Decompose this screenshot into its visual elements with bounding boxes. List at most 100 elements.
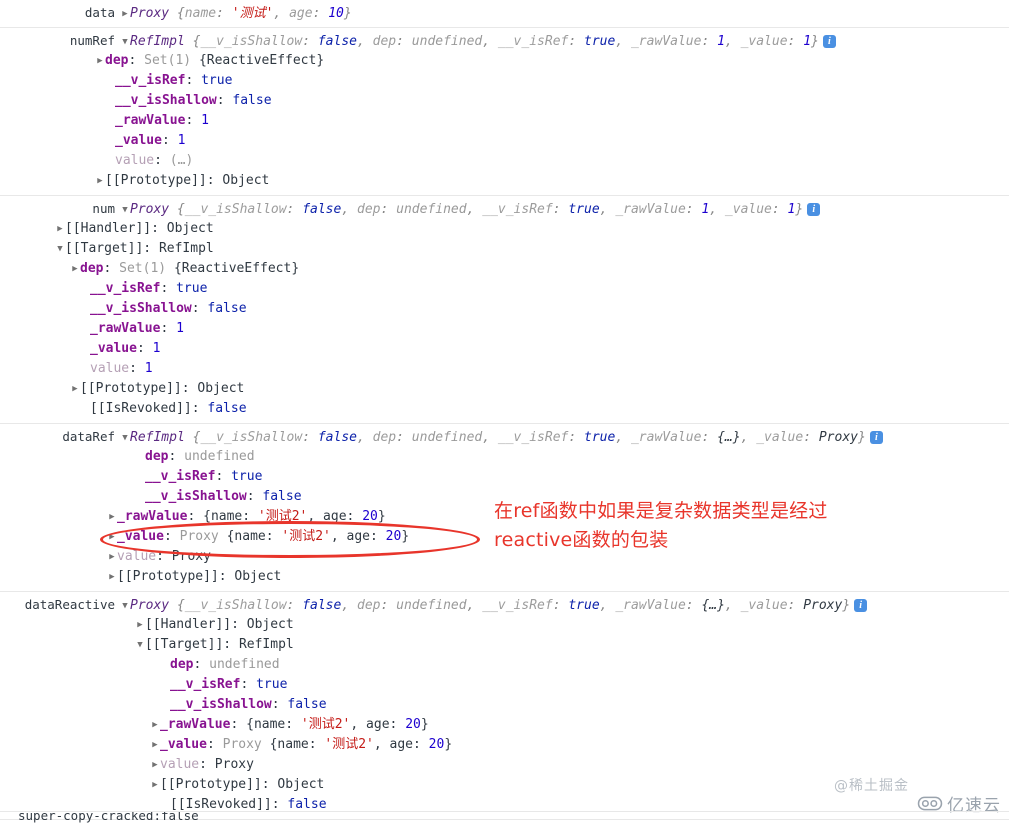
preview-token: : [771, 202, 788, 217]
value-token: RefImpl [238, 637, 294, 652]
cloud-icon [917, 795, 943, 812]
preview-token: '测试' [231, 6, 274, 21]
disclosure-triangle-collapsed-icon[interactable]: ▶ [135, 615, 145, 635]
disclosure-triangle-expanded-icon[interactable]: ▼ [120, 200, 130, 220]
disclosure-triangle-collapsed-icon[interactable]: ▶ [95, 51, 105, 71]
disclosure-triangle-collapsed-icon[interactable]: ▶ [95, 171, 105, 191]
console-log-row[interactable]: numRef ▼ RefImpl {__v_isShallow: false, de… [0, 31, 1009, 51]
property-row[interactable]: _rawValue: 1 [0, 319, 1009, 339]
property-value: 1 [201, 113, 209, 128]
property-row[interactable]: __v_isRef: true [0, 675, 1009, 695]
disclosure-triangle-expanded-icon[interactable]: ▼ [120, 428, 130, 448]
preview-token: Proxy [818, 430, 858, 445]
property-row[interactable]: ▼ [[Target]]: RefImpl [0, 635, 1009, 655]
disclosure-triangle-collapsed-icon[interactable]: ▶ [150, 775, 160, 795]
disclosure-triangle-collapsed-icon[interactable]: ▶ [55, 219, 65, 239]
property-colon: : [230, 717, 247, 732]
property-row[interactable]: value: (…) [0, 151, 1009, 171]
disclosure-triangle-collapsed-icon[interactable]: ▶ [107, 527, 117, 547]
property-row[interactable]: _rawValue: 1 [0, 111, 1009, 131]
property-row[interactable]: __v_isShallow: false [0, 91, 1009, 111]
property-row[interactable]: ▶ [[Prototype]]: Object [0, 567, 1009, 587]
property-value: false [207, 401, 246, 416]
property-name: [[Handler]] [65, 221, 152, 236]
property-colon: : [187, 509, 204, 524]
property-row[interactable]: value: 1 [0, 359, 1009, 379]
preview-token: true [568, 598, 600, 613]
property-row[interactable]: _value: 1 [0, 131, 1009, 151]
property-row[interactable]: ▶ value: Proxy [0, 755, 1009, 775]
preview-token: , [599, 202, 616, 217]
property-name: __v_isRef [170, 677, 241, 692]
disclosure-triangle-collapsed-icon[interactable]: ▶ [70, 379, 80, 399]
console-log-row[interactable]: dataReactive ▼ Proxy {__v_isShallow: false… [0, 595, 1009, 615]
console-log-row[interactable]: dataRef ▼ RefImpl {__v_isShallow: false, d… [0, 427, 1009, 447]
info-icon[interactable]: i [822, 35, 836, 48]
property-name: dep [170, 657, 194, 672]
disclosure-triangle-expanded-icon[interactable]: ▼ [120, 32, 130, 52]
disclosure-triangle-collapsed-icon[interactable]: ▶ [120, 4, 130, 24]
preview-token: : [787, 34, 804, 49]
property-row[interactable]: ▶ [[Prototype]]: Object [0, 379, 1009, 399]
disclosure-triangle-collapsed-icon[interactable]: ▶ [70, 259, 80, 279]
info-icon[interactable]: i [807, 203, 821, 216]
preview-token: {…} [701, 598, 725, 613]
disclosure-triangle-collapsed-icon[interactable]: ▶ [107, 567, 117, 587]
disclosure-triangle-expanded-icon[interactable]: ▼ [55, 239, 65, 259]
preview-token: _value [724, 202, 772, 217]
property-row[interactable]: ▶ dep: Set(1) {ReactiveEffect} [0, 51, 1009, 71]
property-row[interactable]: ▶ dep: Set(1) {ReactiveEffect} [0, 259, 1009, 279]
property-row[interactable]: ▶ [[Prototype]]: Object [0, 171, 1009, 191]
property-value: (…) [170, 153, 193, 168]
property-row[interactable]: __v_isShallow: false [0, 299, 1009, 319]
value-token: false [207, 401, 247, 416]
property-value: 1 [153, 341, 161, 356]
value-token: } [401, 529, 410, 544]
preview-token: false [317, 34, 357, 49]
value-token: '测试2' [300, 717, 351, 732]
disclosure-triangle-expanded-icon[interactable]: ▼ [120, 596, 130, 616]
preview-token: __v_isShallow [200, 34, 303, 49]
preview-token: dep [372, 34, 397, 49]
preview-token: } [343, 6, 352, 21]
value-token: Set(1) [144, 53, 199, 68]
property-row[interactable]: _value: 1 [0, 339, 1009, 359]
property-row[interactable]: dep: undefined [0, 447, 1009, 467]
info-icon[interactable]: i [869, 431, 883, 444]
property-colon: : [218, 569, 235, 584]
property-row[interactable]: __v_isShallow: false [0, 695, 1009, 715]
disclosure-triangle-collapsed-icon[interactable]: ▶ [107, 507, 117, 527]
console-log-row[interactable]: data ▶ Proxy {name: '测试', age: 10} [0, 3, 1009, 23]
preview-token: { [176, 202, 185, 217]
property-colon: : [191, 401, 208, 416]
value-token: false [262, 489, 302, 504]
property-row[interactable]: ▼ [[Target]]: RefImpl [0, 239, 1009, 259]
property-row[interactable]: ▶ [[Handler]]: Object [0, 219, 1009, 239]
property-row[interactable]: __v_isRef: true [0, 71, 1009, 91]
disclosure-triangle-collapsed-icon[interactable]: ▶ [150, 735, 160, 755]
value-token: '测试2' [281, 529, 331, 544]
disclosure-triangle-expanded-icon[interactable]: ▼ [135, 635, 145, 655]
object-preview: {__v_isShallow: false, dep: undefined, _… [177, 598, 850, 613]
property-row[interactable]: __v_isRef: true [0, 279, 1009, 299]
property-value: false [207, 301, 246, 316]
console-log-row[interactable]: num ▼ Proxy {__v_isShallow: false, dep: un… [0, 199, 1009, 219]
info-icon[interactable]: i [854, 599, 868, 612]
property-row[interactable]: ▶ [[Handler]]: Object [0, 615, 1009, 635]
property-row[interactable]: [[IsRevoked]]: false [0, 399, 1009, 419]
property-value: false [287, 797, 326, 812]
property-colon: : [168, 449, 185, 464]
group-data: data ▶ Proxy {name: '测试', age: 10} [0, 0, 1009, 28]
property-row[interactable]: __v_isRef: true [0, 467, 1009, 487]
value-token: '测试2' [324, 737, 374, 752]
preview-token: {…} [717, 430, 741, 445]
property-row[interactable]: dep: undefined [0, 655, 1009, 675]
disclosure-triangle-collapsed-icon[interactable]: ▶ [107, 547, 117, 567]
property-row[interactable]: ▶ _rawValue: {name: '测试2', age: 20} [0, 715, 1009, 735]
preview-token: __v_isRef [497, 430, 569, 445]
disclosure-triangle-collapsed-icon[interactable]: ▶ [150, 755, 160, 775]
disclosure-triangle-collapsed-icon[interactable]: ▶ [150, 715, 160, 735]
value-token: true [176, 281, 208, 296]
value-token: 20 [405, 717, 421, 732]
property-row[interactable]: ▶ _value: Proxy {name: '测试2', age: 20} [0, 735, 1009, 755]
